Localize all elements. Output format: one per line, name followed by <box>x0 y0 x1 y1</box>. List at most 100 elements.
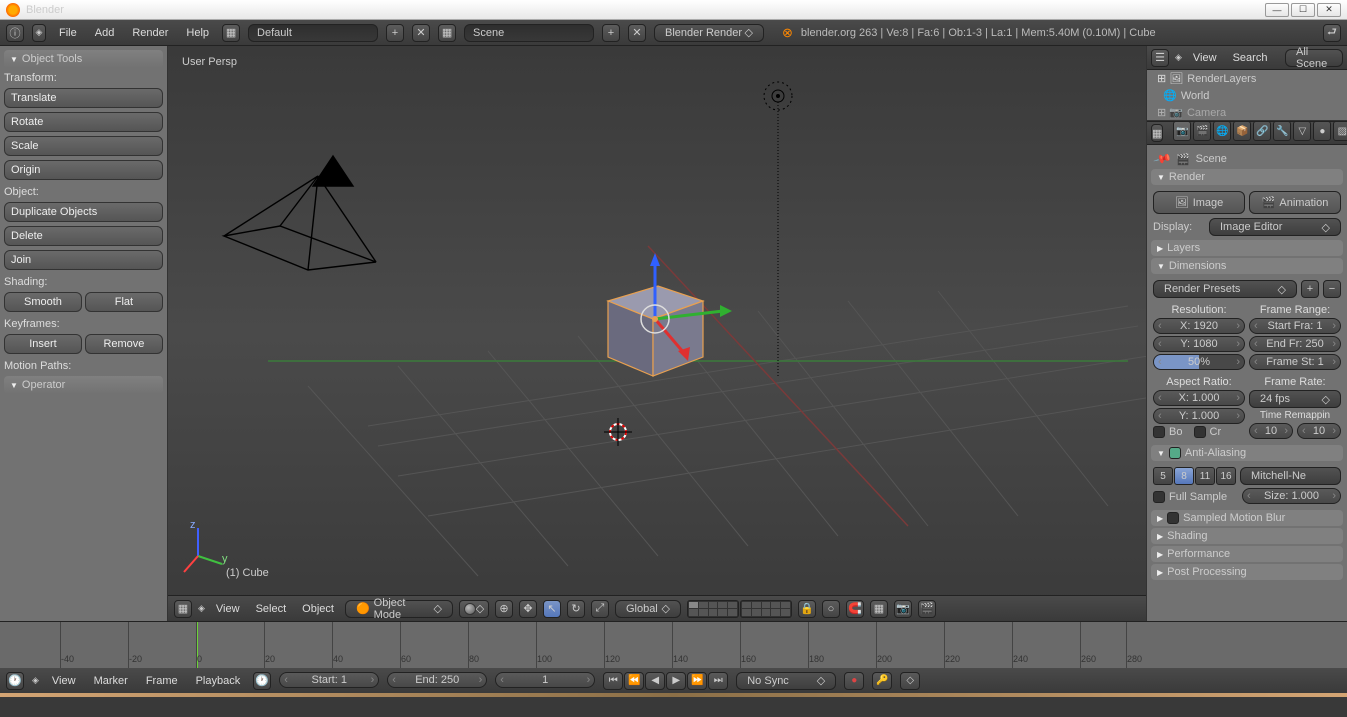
render-presets-dropdown[interactable]: Render Presets◇ <box>1153 280 1297 298</box>
tab-world-icon[interactable]: 🌐 <box>1213 121 1231 141</box>
border-check[interactable] <box>1153 426 1165 438</box>
jump-end-button[interactable]: ⏭ <box>708 672 728 690</box>
expand-icon[interactable]: ◈ <box>198 603 205 614</box>
scale-button[interactable]: Scale <box>4 136 163 156</box>
aa-11[interactable]: 11 <box>1195 467 1215 485</box>
fps-dropdown[interactable]: 24 fps◇ <box>1249 390 1341 408</box>
aa-check[interactable] <box>1169 447 1181 459</box>
full-sample-check[interactable] <box>1153 491 1165 503</box>
tl-menu-playback[interactable]: Playback <box>191 673 246 689</box>
tl-menu-frame[interactable]: Frame <box>141 673 183 689</box>
timeline[interactable]: -40-20 020 4060 80100 120140 160180 2002… <box>0 621 1347 667</box>
gizmo-translate-icon[interactable]: ↖ <box>543 600 561 618</box>
render-anim-icon[interactable]: 🎬 <box>918 600 936 618</box>
render-opengl-icon[interactable]: 📷 <box>894 600 912 618</box>
outliner-item-renderlayers[interactable]: ⊞ 🖼 RenderLayers <box>1147 70 1347 87</box>
origin-button[interactable]: Origin <box>4 160 163 180</box>
flat-button[interactable]: Flat <box>85 292 163 312</box>
snap-icon[interactable]: 🧲 <box>846 600 864 618</box>
vp-menu-object[interactable]: Object <box>297 601 339 617</box>
jump-start-button[interactable]: ⏮ <box>603 672 623 690</box>
render-animation-button[interactable]: 🎬 Animation <box>1249 191 1341 214</box>
out-menu-search[interactable]: Search <box>1228 50 1273 66</box>
back-to-previous-button[interactable]: ⮐ <box>1323 24 1341 42</box>
layer-buttons[interactable] <box>687 600 792 618</box>
outliner-item-world[interactable]: 🌐 World <box>1147 87 1347 104</box>
viewport-3d[interactable]: User Persp (1) Cube <box>168 46 1146 621</box>
tab-data-icon[interactable]: ▽ <box>1293 121 1311 141</box>
render-section-header[interactable]: Render <box>1151 169 1343 185</box>
render-image-button[interactable]: 🖼 Image <box>1153 191 1245 214</box>
tab-texture-icon[interactable]: ▨ <box>1333 121 1347 141</box>
preset-remove-button[interactable]: − <box>1323 280 1341 298</box>
expand-menu-icon[interactable]: ◈ <box>32 24 46 42</box>
out-menu-view[interactable]: View <box>1188 50 1222 66</box>
play-button[interactable]: ▶ <box>666 672 686 690</box>
outliner-editor-icon[interactable]: ☰ <box>1151 49 1169 67</box>
scene-browse-icon[interactable]: ▦ <box>438 24 456 42</box>
proportional-icon[interactable]: ○ <box>822 600 840 618</box>
end-field[interactable]: End: 250 <box>387 672 487 688</box>
start-field[interactable]: Start: 1 <box>279 672 379 688</box>
aa-filter-dropdown[interactable]: Mitchell-Ne <box>1240 467 1341 485</box>
tab-scene-icon[interactable]: 🎬 <box>1193 121 1211 141</box>
remove-keyframe-button[interactable]: Remove <box>85 334 163 354</box>
close-button[interactable]: ✕ <box>1317 3 1341 17</box>
rotate-button[interactable]: Rotate <box>4 112 163 132</box>
aspect-x-field[interactable]: X: 1.000 <box>1153 390 1245 406</box>
keyframe-prev-button[interactable]: ⏪ <box>624 672 644 690</box>
res-pct-field[interactable]: 50% <box>1153 354 1245 370</box>
filter-size-field[interactable]: Size: 1.000 <box>1242 488 1341 504</box>
scene-add-button[interactable]: + <box>602 24 620 42</box>
info-editor-icon[interactable]: ⓘ <box>6 24 24 42</box>
postprocess-section-header[interactable]: Post Processing <box>1151 564 1343 580</box>
current-frame-field[interactable]: 1 <box>495 672 595 688</box>
manipulator-icon[interactable]: ✥ <box>519 600 537 618</box>
range-icon[interactable]: 🕐 <box>253 672 271 690</box>
menu-render[interactable]: Render <box>127 25 173 41</box>
menu-add[interactable]: Add <box>90 25 120 41</box>
outliner-filter-dropdown[interactable]: All Scene <box>1285 49 1343 67</box>
display-dropdown[interactable]: Image Editor◇ <box>1209 218 1341 236</box>
layout-browse-icon[interactable]: ▦ <box>222 24 240 42</box>
layout-field[interactable]: Default <box>248 24 378 42</box>
translate-button[interactable]: Translate <box>4 88 163 108</box>
tab-modifiers-icon[interactable]: 🔧 <box>1273 121 1291 141</box>
delete-button[interactable]: Delete <box>4 226 163 246</box>
maximize-button[interactable]: ☐ <box>1291 3 1315 17</box>
layout-add-button[interactable]: + <box>386 24 404 42</box>
render-engine-dropdown[interactable]: Blender Render◇ <box>654 24 764 42</box>
start-frame-field[interactable]: Start Fra: 1 <box>1249 318 1341 334</box>
aa-section-header[interactable]: Anti-Aliasing <box>1151 445 1343 461</box>
layout-delete-button[interactable]: ✕ <box>412 24 430 42</box>
blur-check[interactable] <box>1167 512 1179 524</box>
keyframe-type-icon[interactable]: ◇ <box>900 672 920 690</box>
play-reverse-button[interactable]: ◀ <box>645 672 665 690</box>
performance-section-header[interactable]: Performance <box>1151 546 1343 562</box>
scene-field[interactable]: Scene <box>464 24 594 42</box>
aa-8[interactable]: 8 <box>1174 467 1194 485</box>
scene-delete-button[interactable]: ✕ <box>628 24 646 42</box>
operator-header[interactable]: Operator <box>4 376 163 394</box>
tl-expand-icon[interactable]: ◈ <box>32 675 39 686</box>
insert-keyframe-button[interactable]: Insert <box>4 334 82 354</box>
shading-section-header[interactable]: Shading <box>1151 528 1343 544</box>
vp-menu-view[interactable]: View <box>211 601 245 617</box>
aa-16[interactable]: 16 <box>1216 467 1236 485</box>
layers-section-header[interactable]: Layers <box>1151 240 1343 256</box>
dimensions-section-header[interactable]: Dimensions <box>1151 258 1343 274</box>
smooth-button[interactable]: Smooth <box>4 292 82 312</box>
shading-dropdown[interactable]: ◇ <box>459 600 489 618</box>
aspect-y-field[interactable]: Y: 1.000 <box>1153 408 1245 424</box>
vp-menu-select[interactable]: Select <box>251 601 292 617</box>
auto-keyframe-button[interactable]: ● <box>844 672 864 690</box>
res-y-field[interactable]: Y: 1080 <box>1153 336 1245 352</box>
remap-old-field[interactable]: 10 <box>1249 423 1293 439</box>
join-button[interactable]: Join <box>4 250 163 270</box>
crop-check[interactable] <box>1194 426 1206 438</box>
lock-layers-icon[interactable]: 🔒 <box>798 600 816 618</box>
tab-object-icon[interactable]: 📦 <box>1233 121 1251 141</box>
tl-menu-view[interactable]: View <box>47 673 81 689</box>
tl-menu-marker[interactable]: Marker <box>89 673 133 689</box>
gizmo-scale-icon[interactable]: ⤢ <box>591 600 609 618</box>
